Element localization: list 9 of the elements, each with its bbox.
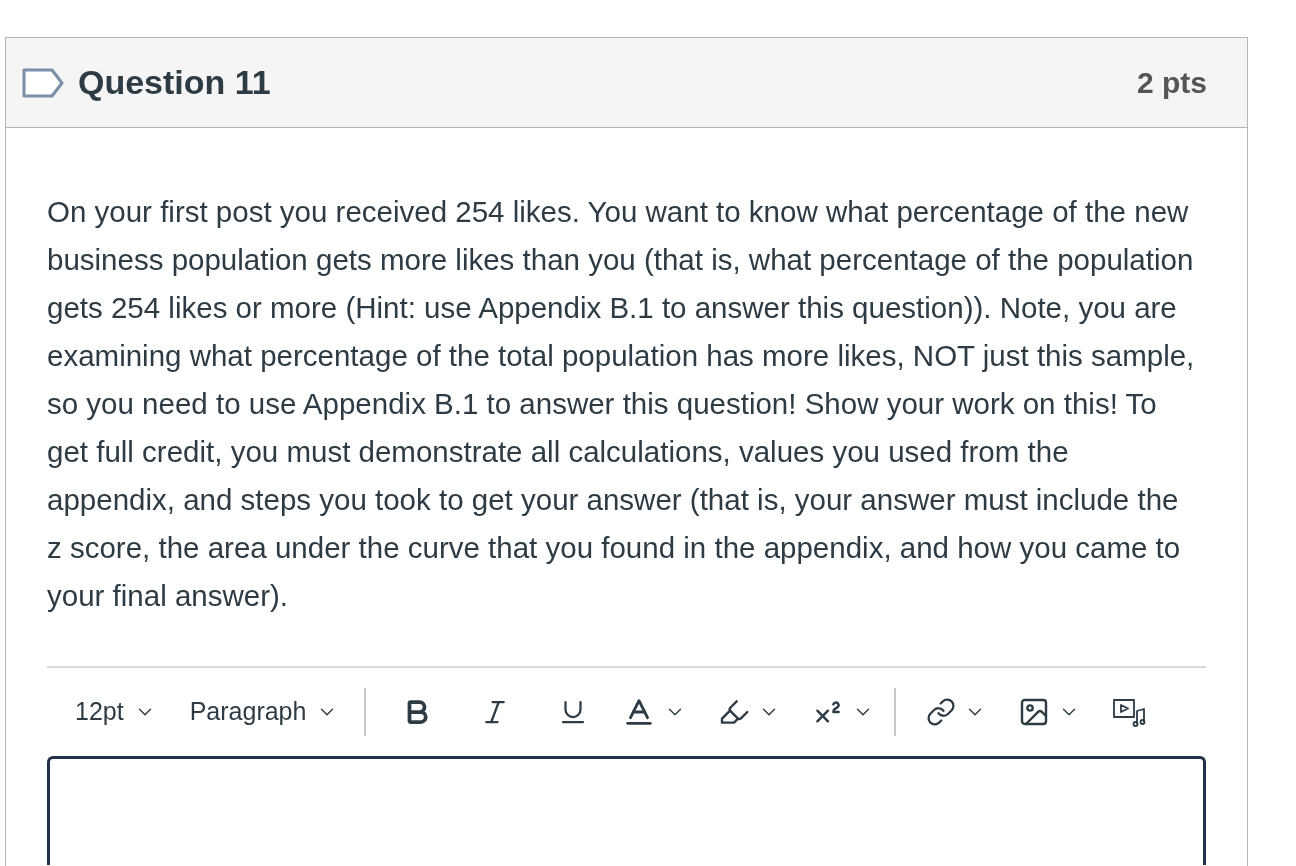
question-title: Question 11 <box>78 62 271 103</box>
link-icon <box>926 697 957 727</box>
answer-editor-field[interactable] <box>47 756 1206 865</box>
question-prompt: On your first post you received 254 likes. You want to know what percentage of the new business population gets more likes than you (that is, what percentage of the population gets 254 likes or more (Hint: use Appendix B.1 to answer this question)). Note, you are examining what percentage of the total population has more likes, NOT just this sample, so you need to use Appendix B.1 to answer this question! Show your work on this! To get full credit, you must demonstrate all calculations, values you used from the appendix, and steps you took to get your answer (that is, your answer must include the z score, the area under the curve that you found in the appendix, and how you came to your final answer). <box>47 194 1196 614</box>
font-size-dropdown[interactable]: 12pt <box>69 690 162 734</box>
media-icon <box>1112 697 1147 727</box>
block-format-dropdown[interactable]: Paragraph <box>183 690 345 734</box>
question-points: 2 pts <box>1136 65 1207 101</box>
flag-icon[interactable] <box>22 67 64 98</box>
